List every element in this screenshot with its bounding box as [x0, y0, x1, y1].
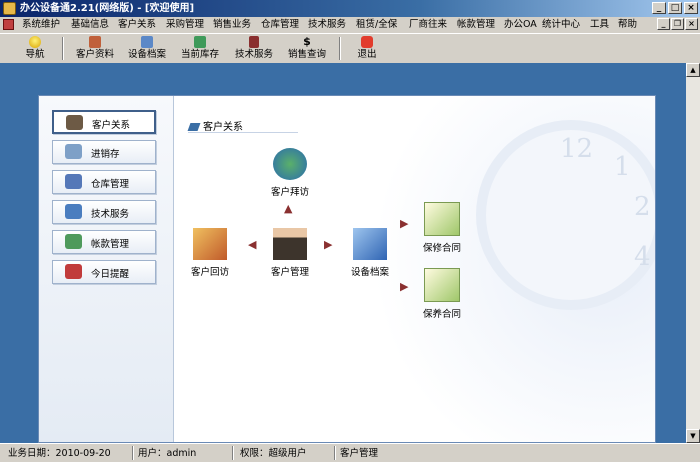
- status-date: 业务日期：2010-09-20: [8, 448, 111, 459]
- menu-item-tools[interactable]: 工具: [590, 17, 609, 33]
- menu-item-stats[interactable]: 统计中心: [542, 17, 580, 33]
- mdi-restore-button[interactable]: ❐: [671, 18, 684, 30]
- toolbar-inventory-button[interactable]: 当前库存: [177, 35, 223, 62]
- menu-item-oa[interactable]: 办公OA: [504, 17, 537, 33]
- sidebar-item-reminder[interactable]: 今日提醒: [52, 260, 156, 284]
- lightbulb-icon: [29, 36, 41, 48]
- power-icon: [361, 36, 373, 48]
- calendar-icon: [193, 228, 227, 260]
- equipment-icon: [141, 36, 153, 48]
- certificate-icon: [424, 202, 460, 236]
- arrow-lower-right-icon: ▶: [400, 280, 409, 293]
- toolbar-equipment-button[interactable]: 设备档案: [124, 35, 170, 62]
- book-icon: [187, 123, 201, 131]
- toolbar-navigate-button[interactable]: 导航: [20, 35, 50, 62]
- status-bar: 业务日期：2010-09-20 用户：admin 权限：超级用户 客户管理: [0, 443, 700, 462]
- menu-item-tech-service[interactable]: 技术服务: [308, 17, 346, 33]
- arrow-upper-right-icon: ▶: [400, 217, 409, 230]
- hammer-icon: [249, 36, 259, 48]
- inventory-icon: [194, 36, 206, 48]
- vertical-scrollbar[interactable]: ▲ ▼: [686, 63, 700, 443]
- scroll-up-arrow[interactable]: ▲: [686, 63, 700, 77]
- document-icon[interactable]: [3, 19, 14, 30]
- menu-item-vendor[interactable]: 厂商往来: [409, 17, 447, 33]
- folders-icon: [353, 228, 387, 260]
- arrow-left-icon: ◀: [248, 238, 257, 251]
- minimize-button[interactable]: _: [652, 2, 666, 14]
- toolbar-exit-button[interactable]: 退出: [352, 35, 382, 62]
- businessman-icon: [66, 115, 83, 130]
- welcome-panel: 客户关系 进销存 仓库管理 技术服务 帐款管理 今日提醒 12 1 2 4 客户…: [38, 95, 656, 443]
- status-user: 用户：admin: [138, 448, 197, 459]
- toolbar-tech-service-button[interactable]: 技术服务: [231, 35, 277, 62]
- arrow-right-icon: ▶: [324, 238, 333, 251]
- mdi-minimize-button[interactable]: _: [657, 18, 670, 30]
- menu-item-help[interactable]: 帮助: [618, 17, 637, 33]
- menu-item-sales[interactable]: 销售业务: [213, 17, 251, 33]
- menu-item-purchase[interactable]: 采购管理: [166, 17, 204, 33]
- customer-card-icon: [89, 36, 101, 48]
- node-maintenance-contract[interactable]: 保养合同: [420, 268, 464, 320]
- sidebar-item-accounts[interactable]: 帐款管理: [52, 230, 156, 254]
- node-customer-return-visit[interactable]: 客户回访: [188, 228, 232, 278]
- menu-item-accounts[interactable]: 帐款管理: [457, 17, 495, 33]
- warehouse-icon: [65, 174, 82, 189]
- content-area: 12 1 2 4 客户关系 客户拜访 ▲ 客户回访 ◀ 客户管理 ▶ 设备档案: [174, 96, 655, 442]
- mdi-close-button[interactable]: ×: [685, 18, 698, 30]
- businessman-key-icon: [273, 228, 307, 260]
- menu-item-lease[interactable]: 租赁/全保: [356, 17, 397, 33]
- chart-icon: [65, 234, 82, 249]
- toolbar-sales-query-button[interactable]: $ 销售查询: [284, 35, 330, 62]
- maximize-button[interactable]: □: [668, 2, 682, 14]
- close-button[interactable]: ×: [684, 2, 698, 14]
- title-bar: 办公设备通2.21(网络版) - [欢迎使用] _ □ ×: [0, 0, 700, 17]
- node-warranty-contract[interactable]: 保修合同: [420, 202, 464, 254]
- menu-bar: 系统维护 基础信息 客户关系 采购管理 销售业务 仓库管理 技术服务 租赁/全保…: [0, 17, 700, 33]
- menu-item-customer[interactable]: 客户关系: [118, 17, 156, 33]
- app-icon: [3, 2, 16, 15]
- node-equipment-records[interactable]: 设备档案: [342, 228, 398, 278]
- toolbar-customer-info-button[interactable]: 客户资料: [72, 35, 118, 62]
- sidebar-item-purchase-sales[interactable]: 进销存: [52, 140, 156, 164]
- menu-item-warehouse[interactable]: 仓库管理: [261, 17, 299, 33]
- menu-item-system[interactable]: 系统维护: [22, 17, 60, 33]
- certificate-bulb-icon: [424, 268, 460, 302]
- node-customer-manage[interactable]: 客户管理: [268, 228, 312, 278]
- dollar-icon: $: [303, 35, 311, 48]
- window-title: 办公设备通2.21(网络版) - [欢迎使用]: [20, 3, 195, 14]
- node-customer-visit[interactable]: 客户拜访: [268, 148, 312, 198]
- status-role: 权限：超级用户: [240, 448, 307, 459]
- boxes-icon: [65, 144, 82, 159]
- sidebar-item-customer[interactable]: 客户关系: [52, 110, 156, 134]
- globe-icon: [273, 148, 307, 180]
- arrow-up-icon: ▲: [284, 202, 293, 215]
- status-module: 客户管理: [340, 448, 379, 459]
- sidebar-item-tech-service[interactable]: 技术服务: [52, 200, 156, 224]
- nav-sidebar: 客户关系 进销存 仓库管理 技术服务 帐款管理 今日提醒: [39, 96, 174, 442]
- tools-icon: [65, 204, 82, 219]
- section-title: 客户关系: [187, 118, 243, 133]
- alert-icon: [65, 264, 82, 279]
- sidebar-item-warehouse[interactable]: 仓库管理: [52, 170, 156, 194]
- scroll-down-arrow[interactable]: ▼: [686, 429, 700, 443]
- menu-item-basic-info[interactable]: 基础信息: [71, 17, 109, 33]
- toolbar: 导航 客户资料 设备档案 当前库存 技术服务 $ 销售查询 退出: [0, 33, 700, 64]
- clock-watermark-icon: 12 1 2 4: [476, 120, 655, 310]
